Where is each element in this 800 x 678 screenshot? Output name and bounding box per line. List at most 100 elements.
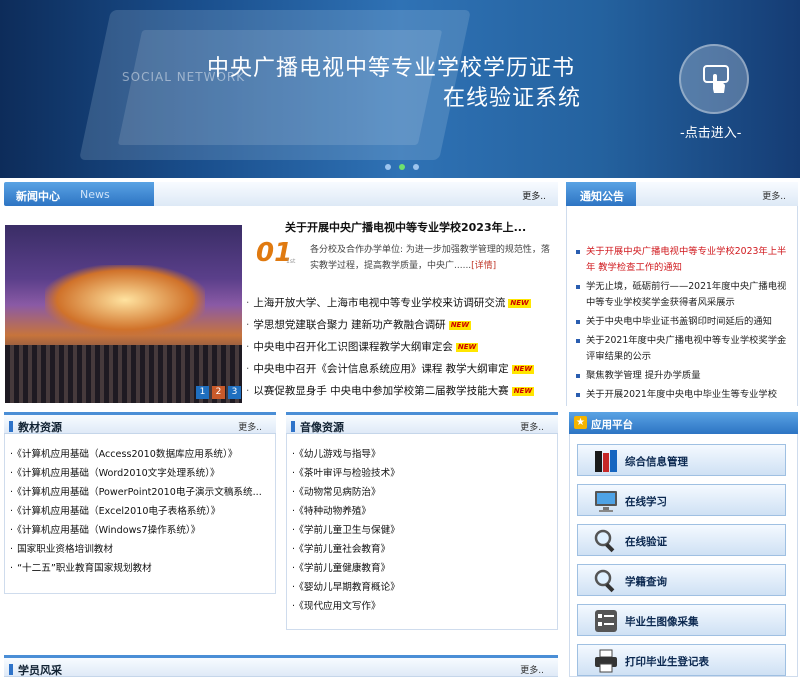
media-item[interactable]: · 《婴幼儿早期教育概论》 — [292, 578, 554, 597]
platform-button-info-management[interactable]: 综合信息管理 — [577, 444, 786, 476]
news-item[interactable]: · 上海开放大学、上海市电视中等专业学校来访调研交流 NEW — [246, 292, 556, 314]
photo-page-3[interactable]: 3 — [228, 386, 241, 399]
media-item[interactable]: · 《幼儿游戏与指导》 — [292, 445, 554, 464]
banner-title-line1: 中央广播电视中等专业学校学历证书 — [207, 56, 576, 81]
textbook-item-text: “十二五”职业教育国家规划教材 — [17, 563, 152, 574]
notice-item[interactable]: 聚焦教学管理 提升办学质量 — [574, 368, 788, 384]
slide-dot[interactable] — [413, 164, 419, 170]
news-item-text: 以赛促教显身手 中央电中参加学校第二届教学技能大赛 — [253, 385, 509, 397]
platform-button-online-verify[interactable]: 在线验证 — [577, 524, 786, 556]
textbook-item-text: 国家职业资格培训教材 — [17, 544, 113, 555]
media-item[interactable]: · 《茶叶审评与检验技术》 — [292, 464, 554, 483]
slide-indicators — [385, 162, 427, 173]
platform-button-enrollment-query[interactable]: 学籍查询 — [577, 564, 786, 596]
textbook-item-text: 《计算机应用基础（Windows7操作系统）》 — [17, 525, 201, 536]
news-item[interactable]: · 以赛促教显身手 中央电中参加学校第二届教学技能大赛 NEW — [246, 380, 556, 402]
news-item-text: 中央电中召开《会计信息系统应用》课程 教学大纲审定 — [253, 363, 509, 375]
news-item-text: 中央电中召开化工识图课程教学大纲审定会 — [253, 341, 453, 353]
feature-news-desc: 各分校及合作办学单位: 为进一步加强教学管理的规范性，落实教学过程，提高教学质量… — [310, 242, 550, 274]
news-label: 新闻中心 — [16, 190, 60, 203]
news-photo[interactable]: 1 2 3 — [5, 225, 242, 403]
photo-page-2[interactable]: 2 — [212, 386, 225, 399]
media-item-text: 《动物常见病防治》 — [299, 487, 381, 498]
magnifier-icon — [594, 529, 615, 553]
media-more-link[interactable]: 更多.. — [520, 420, 544, 433]
banner-screen-graphic — [117, 30, 443, 145]
media-item-text: 《现代应用文写作》 — [299, 601, 381, 612]
platform-button-label: 在线验证 — [625, 536, 667, 548]
media-label: 音像资源 — [300, 421, 344, 434]
platform-header: ★ 应用平台 — [569, 412, 798, 434]
platform-button-photo-collection[interactable]: 毕业生图像采集 — [577, 604, 786, 636]
new-badge: NEW — [448, 321, 472, 330]
notice-item[interactable]: 关于2021年度中央广播电视中等专业学校奖学金评审结果的公示 — [574, 333, 788, 365]
new-badge: NEW — [511, 387, 535, 396]
media-item[interactable]: · 《学前儿童健康教育》 — [292, 559, 554, 578]
textbook-item-text: 《计算机应用基础（PowerPoint2010电子演示文稿系统... — [17, 487, 262, 498]
photo-page-1[interactable]: 1 — [196, 386, 209, 399]
textbook-item[interactable]: · “十二五”职业教育国家规划教材 — [10, 559, 272, 578]
hero-banner[interactable]: SOCIAL NETWORK 中央广播电视中等专业学校学历证书 在线验证系统 -… — [0, 0, 800, 178]
media-list: · 《幼儿游戏与指导》 · 《茶叶审评与检验技术》 · 《动物常见病防治》 · 《特种动… — [292, 445, 554, 616]
students-header: 学员风采 更多.. — [4, 655, 558, 677]
media-item-text: 《婴幼儿早期教育概论》 — [299, 582, 400, 593]
notice-item[interactable]: 学无止境，砥砺前行——2021年度中央广播电视中等专业学校奖学金获得者风采展示 — [574, 279, 788, 311]
textbook-item[interactable]: · 《计算机应用基础（Excel2010电子表格系统）》 — [10, 502, 272, 521]
notice-header: 通知公告 更多.. — [566, 182, 798, 206]
textbook-item-text: 《计算机应用基础（Excel2010电子表格系统）》 — [17, 506, 221, 517]
feature-detail-link[interactable]: [详情] — [471, 261, 496, 271]
notice-label: 通知公告 — [580, 190, 624, 203]
slide-dot[interactable] — [385, 164, 391, 170]
notice-item[interactable]: 关于开展2021年度中央电中毕业生等专业学校 — [574, 387, 788, 400]
new-badge: NEW — [508, 299, 531, 308]
students-label: 学员风采 — [18, 664, 62, 677]
news-item-text: 上海开放大学、上海市电视中等专业学校来访调研交流 — [253, 297, 506, 309]
banner-title-line2: 在线验证系统 — [443, 86, 582, 111]
textbook-item[interactable]: · 《计算机应用基础（Access2010数据库应用系统）》 — [10, 445, 272, 464]
media-item[interactable]: · 《学前儿童社会教育》 — [292, 540, 554, 559]
media-item[interactable]: · 《动物常见病防治》 — [292, 483, 554, 502]
feature-desc-text: 各分校及合作办学单位: 为进一步加强教学管理的规范性，落实教学过程，提高教学质量… — [310, 245, 550, 271]
news-more-link[interactable]: 更多.. — [522, 189, 546, 202]
textbook-item[interactable]: · 《计算机应用基础（PowerPoint2010电子演示文稿系统... — [10, 483, 272, 502]
textbook-item-text: 《计算机应用基础（Word2010文字处理系统）》 — [17, 468, 220, 479]
textbook-item[interactable]: · 国家职业资格培训教材 — [10, 540, 272, 559]
feature-date-suffix: 1st — [286, 258, 296, 265]
printer-icon — [595, 649, 617, 673]
enter-label[interactable]: -点击进入- — [680, 122, 741, 141]
students-more-link[interactable]: 更多.. — [520, 663, 544, 676]
textbooks-label: 教材资源 — [18, 421, 62, 434]
textbooks-more-link[interactable]: 更多.. — [238, 420, 262, 433]
media-item-text: 《学前儿童社会教育》 — [299, 544, 391, 555]
media-item-text: 《学前儿童卫生与保健》 — [299, 525, 400, 536]
news-list: · 上海开放大学、上海市电视中等专业学校来访调研交流 NEW · 学思想党建联合聚力 … — [246, 292, 556, 402]
textbook-item-text: 《计算机应用基础（Access2010数据库应用系统）》 — [17, 449, 238, 460]
platform-button-online-learning[interactable]: 在线学习 — [577, 484, 786, 516]
news-item[interactable]: · 中央电中召开化工识图课程教学大纲审定会 NEW — [246, 336, 556, 358]
media-item[interactable]: · 《特种动物养殖》 — [292, 502, 554, 521]
news-item-text: 学思想党建联合聚力 建新功产教融合调研 — [253, 319, 446, 331]
monitor-icon — [595, 491, 617, 512]
textbooks-list: · 《计算机应用基础（Access2010数据库应用系统）》 · 《计算机应用基础（… — [10, 445, 272, 578]
books-icon — [595, 450, 617, 472]
platform-button-print-register[interactable]: 打印毕业生登记表 — [577, 644, 786, 676]
new-badge: NEW — [511, 365, 535, 374]
feature-date-badge: 01 1st — [256, 238, 296, 268]
checklist-icon — [595, 610, 617, 632]
notice-item[interactable]: 关于开展中央广播电视中等专业学校2023年上半年 教学检查工作的通知 — [574, 244, 788, 276]
textbook-item[interactable]: · 《计算机应用基础（Windows7操作系统）》 — [10, 521, 272, 540]
news-item[interactable]: · 学思想党建联合聚力 建新功产教融合调研 NEW — [246, 314, 556, 336]
textbooks-header: 教材资源 更多.. — [4, 412, 276, 434]
enter-button[interactable] — [679, 44, 749, 114]
textbook-item[interactable]: · 《计算机应用基础（Word2010文字处理系统）》 — [10, 464, 272, 483]
slide-dot-active[interactable] — [399, 164, 405, 170]
news-item[interactable]: · 中央电中召开《会计信息系统应用》课程 教学大纲审定 NEW — [246, 358, 556, 380]
media-item[interactable]: · 《学前儿童卫生与保健》 — [292, 521, 554, 540]
notice-item[interactable]: 关于中央电中毕业证书盖钢印时间延后的通知 — [574, 314, 788, 330]
feature-news-title[interactable]: 关于开展中央广播电视中等专业学校2023年上... — [285, 219, 526, 235]
platform-button-label: 综合信息管理 — [625, 456, 688, 468]
news-sublabel: News — [80, 188, 110, 201]
notice-more-link[interactable]: 更多.. — [762, 189, 786, 202]
media-item-text: 《幼儿游戏与指导》 — [299, 449, 381, 460]
media-item[interactable]: · 《现代应用文写作》 — [292, 597, 554, 616]
